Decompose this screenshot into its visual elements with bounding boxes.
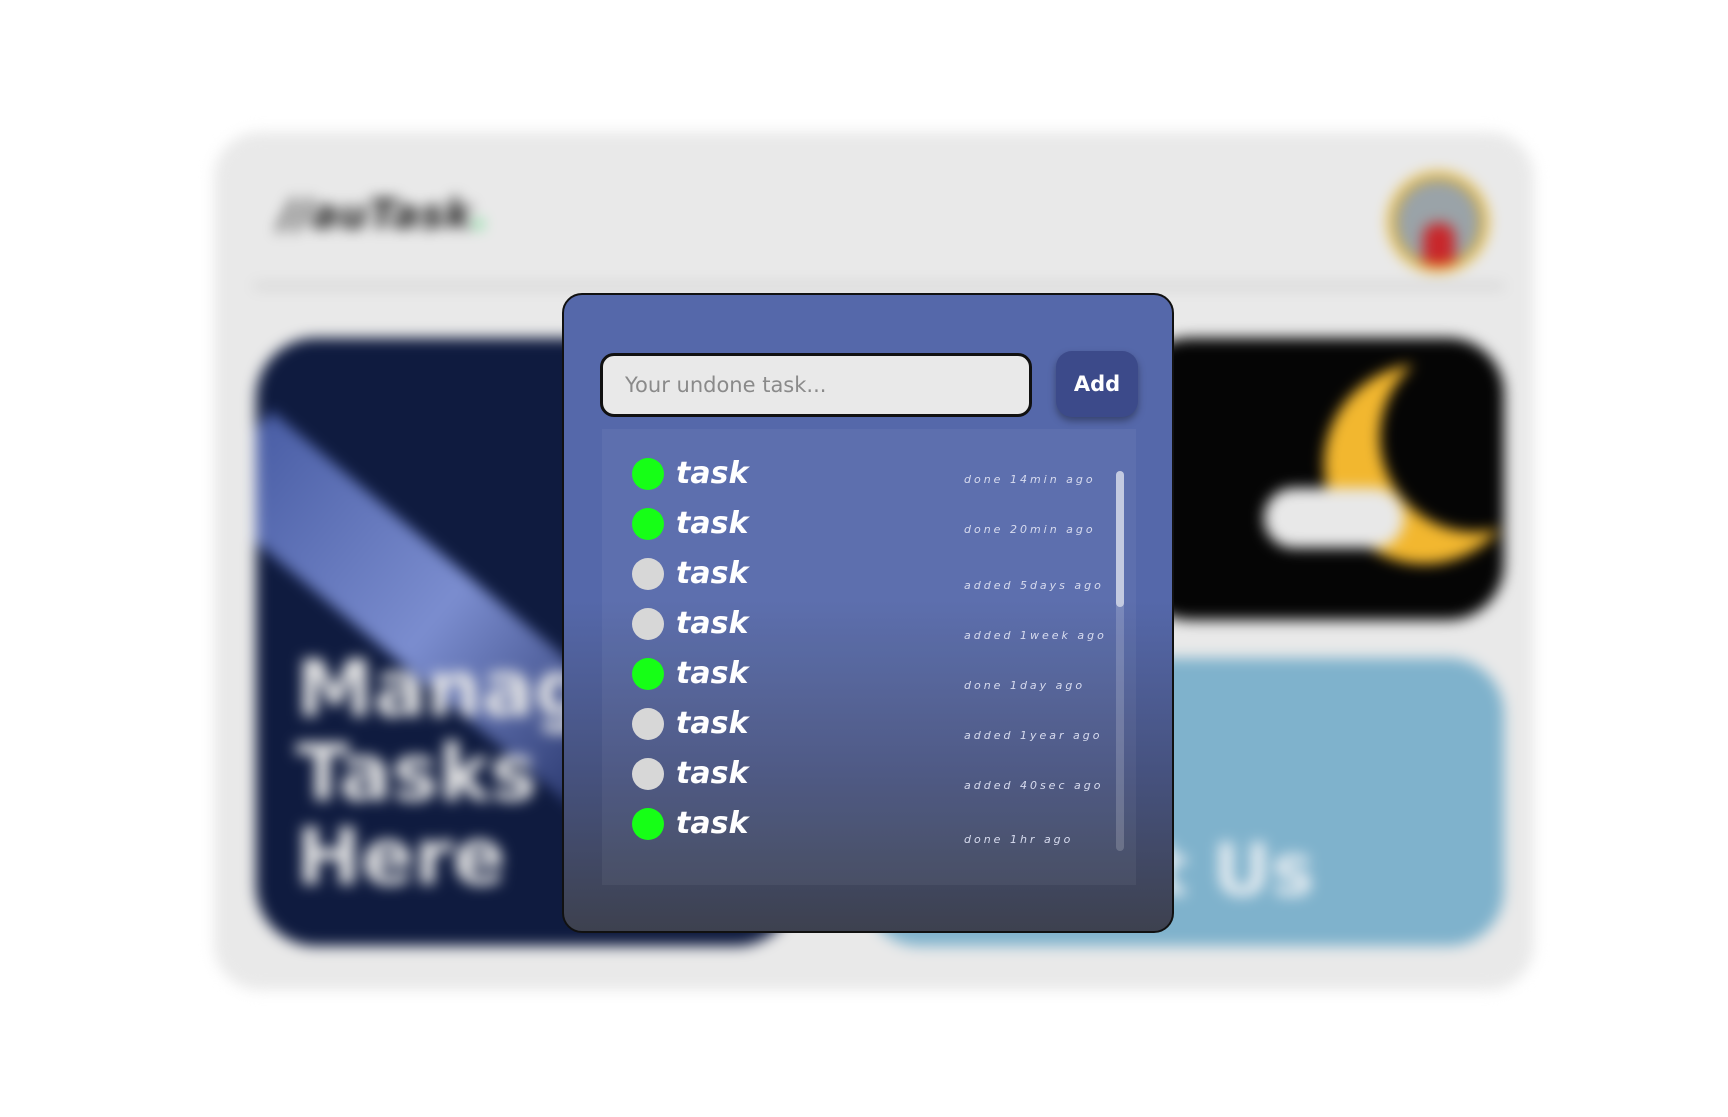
task-item[interactable]: task added 1year ago [632,703,1112,747]
todo-modal: Add task done 14min ago task done 20min ago… [562,293,1174,933]
task-label: task [676,756,749,791]
task-label: task [676,506,749,541]
logo-mark-icon: // [280,192,312,238]
done-status-icon[interactable] [632,458,664,490]
task-item[interactable]: task added 40sec ago [632,753,1112,797]
task-timestamp: done 1day ago [964,679,1086,692]
done-status-icon[interactable] [632,658,664,690]
task-timestamp: added 40sec ago [964,779,1104,792]
task-label: task [676,606,749,641]
night-card [1134,338,1504,620]
logo-dot: . [472,192,489,238]
task-input[interactable] [600,353,1032,417]
avatar [1388,172,1488,272]
task-label: task [676,456,749,491]
task-label: task [676,706,749,741]
task-item[interactable]: task done 14min ago [632,453,1112,497]
task-timestamp: done 1hr ago [964,833,1074,846]
task-item[interactable]: task done 1hr ago [632,803,1112,847]
undone-status-icon[interactable] [632,558,664,590]
task-item[interactable]: task done 20min ago [632,503,1112,547]
task-item[interactable]: task done 1day ago [632,653,1112,697]
task-timestamp: added 5days ago [964,579,1104,592]
task-timestamp: done 20min ago [964,523,1096,536]
header-divider [254,284,1504,288]
task-timestamp: added 1year ago [964,729,1103,742]
logo-text: auTask [311,192,473,238]
task-list: task done 14min ago task done 20min ago task… [602,429,1122,849]
task-label: task [676,806,749,841]
undone-status-icon[interactable] [632,708,664,740]
app-logo: //auTask. [280,192,489,238]
task-timestamp: done 14min ago [964,473,1096,486]
cloud-icon [1264,488,1404,548]
done-status-icon[interactable] [632,808,664,840]
scrollbar-thumb[interactable] [1116,471,1124,607]
task-label: task [676,556,749,591]
task-label: task [676,656,749,691]
avatar-figure [1423,223,1455,265]
undone-status-icon[interactable] [632,608,664,640]
add-button[interactable]: Add [1056,351,1138,417]
task-timestamp: added 1week ago [964,629,1107,642]
undone-status-icon[interactable] [632,758,664,790]
task-list-panel: task done 14min ago task done 20min ago task… [602,429,1136,885]
task-item[interactable]: task added 1week ago [632,603,1112,647]
scrollbar[interactable] [1116,471,1124,851]
done-status-icon[interactable] [632,508,664,540]
task-item[interactable]: task added 5days ago [632,553,1112,597]
